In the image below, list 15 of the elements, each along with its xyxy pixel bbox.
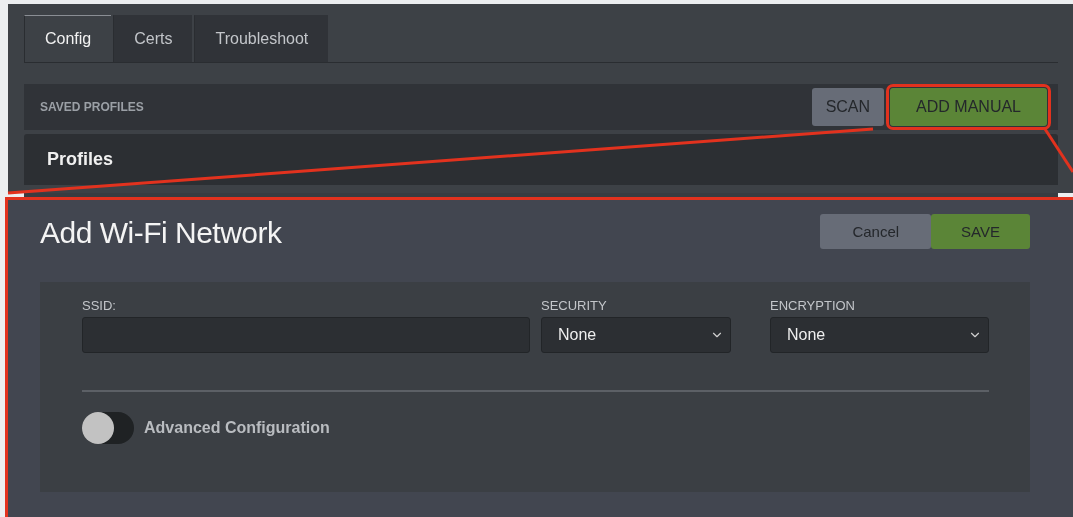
tab[interactable]: Troubleshoot xyxy=(194,15,329,62)
select-field[interactable]: None xyxy=(770,317,989,353)
toggle-switch[interactable] xyxy=(82,412,134,444)
tab[interactable]: Config xyxy=(24,15,112,62)
select-field[interactable]: None xyxy=(541,317,731,353)
field-label: ENCRYPTION xyxy=(770,298,856,313)
section-title: SAVED PROFILES xyxy=(40,100,144,114)
input-field[interactable] xyxy=(82,317,530,353)
tab[interactable]: Certs xyxy=(113,15,193,62)
field-label: SSID: xyxy=(82,298,117,313)
dialog-title: Add Wi-Fi Network xyxy=(40,216,282,250)
panel-title: Profiles xyxy=(47,149,114,170)
save-button[interactable]: SAVE xyxy=(931,214,1030,249)
toggle-label: Advanced Configuration xyxy=(144,419,330,437)
field-label: SECURITY xyxy=(541,298,608,313)
